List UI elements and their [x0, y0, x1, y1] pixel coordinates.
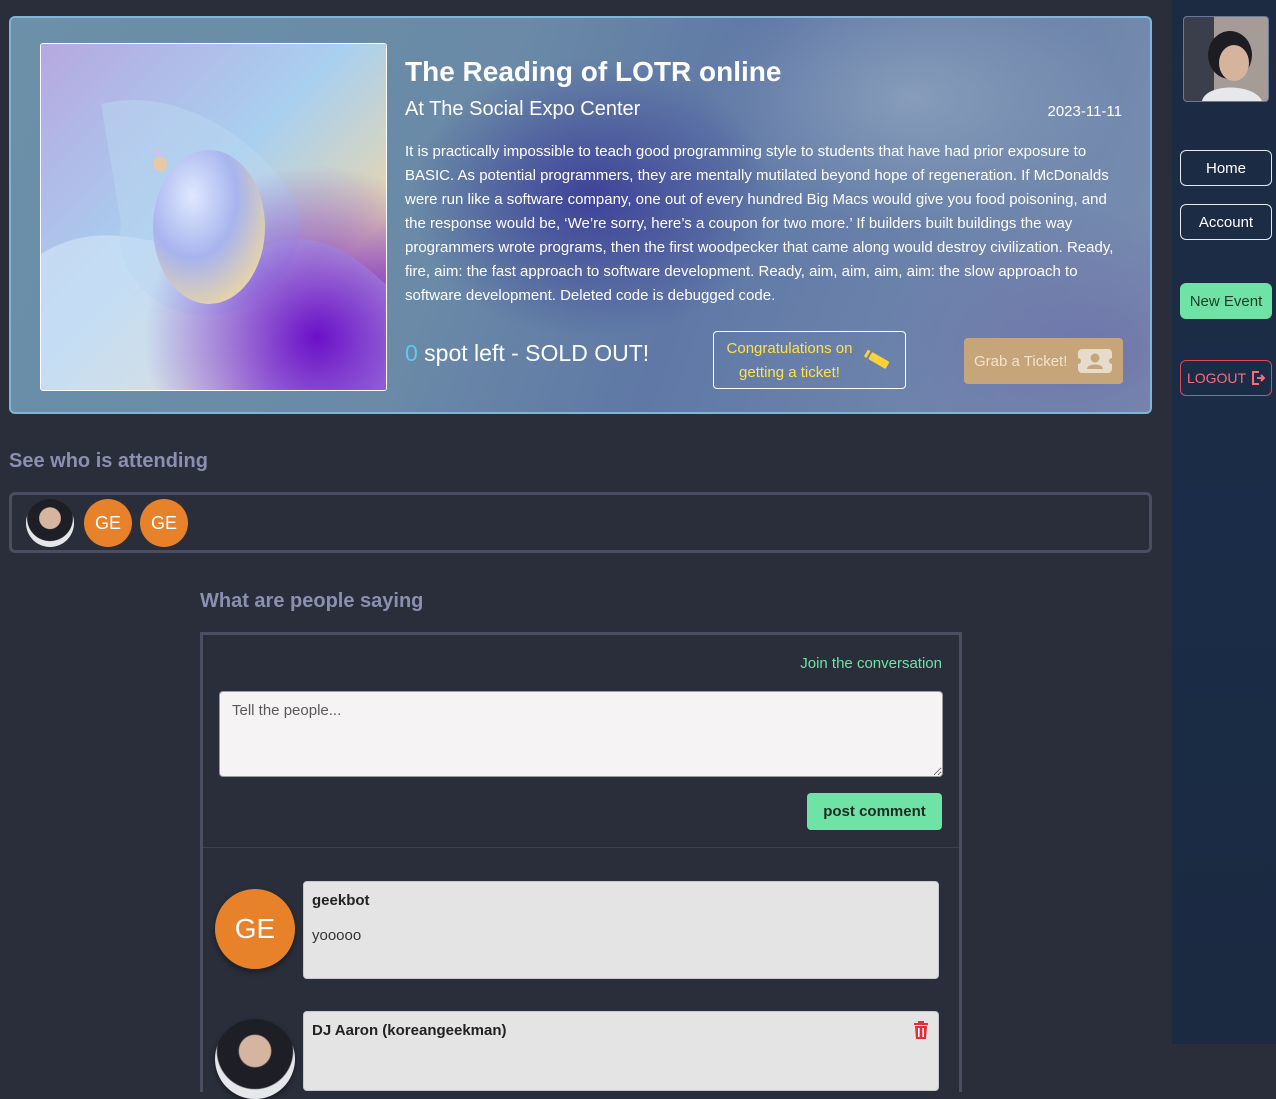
nav-home-button[interactable]: Home — [1180, 150, 1272, 186]
attending-heading: See who is attending — [9, 450, 208, 472]
attendee-avatar[interactable] — [26, 499, 74, 547]
comment-item: geekbot yooooo — [303, 881, 939, 979]
grab-ticket-button[interactable]: Grab a Ticket! — [964, 338, 1123, 384]
attendee-list: GE GE — [9, 492, 1152, 553]
logout-icon — [1252, 371, 1266, 385]
spots-count: 0 — [405, 340, 418, 366]
event-cover-image — [40, 43, 387, 391]
comment-author-avatar: GE — [215, 889, 295, 969]
comment-text: yooooo — [312, 927, 362, 944]
comments-heading: What are people saying — [200, 590, 424, 612]
divider — [203, 847, 959, 848]
join-conversation-label: Join the conversation — [800, 655, 942, 672]
delete-comment-icon[interactable] — [912, 1020, 930, 1040]
new-event-button[interactable]: New Event — [1180, 283, 1272, 319]
post-comment-button[interactable]: post comment — [807, 793, 942, 830]
spots-text: spot left - SOLD OUT! — [417, 340, 650, 366]
comment-author: geekbot — [312, 892, 370, 909]
comments-panel: Join the conversation post comment GE ge… — [200, 632, 962, 1099]
event-venue: At The Social Expo Center — [405, 98, 641, 120]
logout-button[interactable]: LOGOUT — [1180, 360, 1272, 396]
attendee-avatar[interactable]: GE — [140, 499, 188, 547]
grab-ticket-label: Grab a Ticket! — [974, 352, 1068, 370]
event-date: 2023-11-11 — [1047, 103, 1122, 120]
comment-input[interactable] — [219, 691, 943, 777]
comment-item: DJ Aaron (koreangeekman) — [303, 1011, 939, 1091]
nav-account-button[interactable]: Account — [1180, 204, 1272, 240]
sidebar: Home Account New Event LOGOUT — [1172, 0, 1276, 1044]
user-avatar[interactable] — [1183, 16, 1269, 102]
logout-label: LOGOUT — [1186, 370, 1247, 386]
spots-remaining: 0 spot left - SOLD OUT! — [405, 340, 649, 367]
ticket-confirmation-badge: Congratulations on getting a ticket! — [713, 331, 906, 389]
attendee-avatar[interactable]: GE — [84, 499, 132, 547]
comment-author: DJ Aaron (koreangeekman) — [312, 1022, 507, 1039]
comment-author-avatar — [215, 1019, 295, 1099]
event-title: The Reading of LOTR online — [405, 56, 782, 87]
event-description: It is practically impossible to teach go… — [405, 143, 1114, 304]
ticket-icon — [864, 350, 890, 369]
congrats-label: Congratulations on getting a ticket! — [726, 340, 853, 381]
ticket-person-icon — [1077, 349, 1113, 373]
event-card: The Reading of LOTR online At The Social… — [9, 16, 1152, 414]
